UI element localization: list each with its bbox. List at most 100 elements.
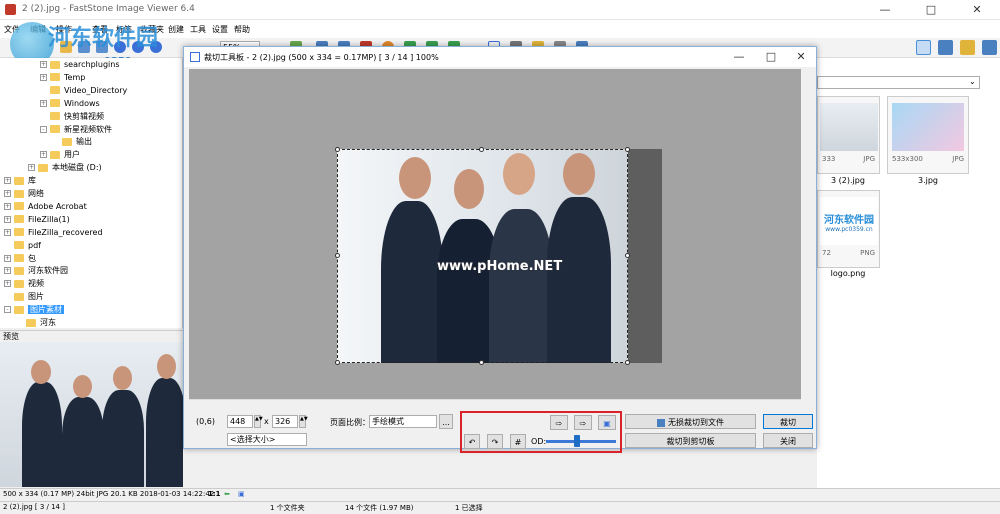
tree-item[interactable]: + 网络 [4, 187, 44, 200]
grid-button[interactable]: # [510, 434, 526, 449]
tree-item[interactable]: 河东 [16, 316, 56, 328]
menu-help[interactable]: 帮助 [234, 24, 250, 35]
close-button[interactable]: ✕ [954, 0, 1000, 20]
collapse-icon[interactable]: - [40, 125, 47, 133]
tree-item[interactable]: - 新星视频软件 [40, 123, 112, 136]
dialog-minimize-button[interactable]: — [724, 47, 754, 67]
crop-selection[interactable] [335, 147, 630, 365]
width-input[interactable]: 448 [227, 415, 253, 428]
expand-icon[interactable]: + [4, 280, 11, 288]
expand-icon[interactable]: + [4, 202, 11, 210]
od-slider-track[interactable] [546, 440, 616, 443]
expand-icon[interactable]: + [4, 190, 11, 197]
expand-icon[interactable]: + [40, 151, 47, 159]
folder-tree[interactable]: + searchplugins + Temp Video_Directory + Windo… [0, 58, 183, 328]
crop-handle-bl[interactable] [335, 360, 340, 365]
collapse-icon[interactable]: - [4, 306, 11, 314]
fullscreen-icon[interactable]: ▣ [238, 490, 245, 498]
expand-icon[interactable]: + [40, 99, 47, 107]
crop-button[interactable]: 裁切 [763, 414, 813, 429]
menu-settings[interactable]: 设置 [212, 24, 228, 35]
view-fullscreen-icon[interactable] [982, 40, 997, 55]
od-slider-thumb[interactable] [574, 435, 580, 447]
ratio-label: 页面比例： [330, 418, 370, 427]
tree-item[interactable]: + Temp [40, 71, 85, 84]
tree-item[interactable]: + searchplugins [40, 58, 119, 71]
expand-icon[interactable]: + [4, 254, 11, 262]
crop-handle-tr[interactable] [625, 147, 630, 152]
crop-handle-br[interactable] [625, 360, 630, 365]
ratio-more-button[interactable]: ... [439, 414, 453, 429]
tree-item[interactable]: + 视频 [4, 277, 44, 290]
view-thumbs-icon[interactable] [916, 40, 931, 55]
expand-icon[interactable]: + [4, 267, 11, 275]
rotate-left-button[interactable]: ↶ [464, 434, 480, 449]
tree-item[interactable]: Video_Directory [40, 84, 127, 97]
expand-icon[interactable]: + [28, 164, 35, 172]
image-info: 500 x 334 (0.17 MP) 24bit JPG 20.1 KB 20… [3, 490, 215, 498]
save-lossless-button[interactable]: 无损裁切到文件 [625, 414, 756, 429]
thumbnail[interactable]: 333 JPG [817, 96, 880, 174]
tree-item[interactable]: + FileZilla(1) [4, 213, 70, 226]
tree-item[interactable]: + FileZilla_recovered [4, 226, 103, 239]
fit-selection-button[interactable]: ▣ [598, 415, 616, 430]
thumbnail[interactable]: 河东软件园 www.pc0359.cn 72 PNG [817, 190, 880, 268]
tree-item[interactable]: + 河东软件园 [4, 264, 68, 277]
tree-item-label: FileZilla_recovered [28, 227, 103, 237]
rotate-right-button[interactable]: ↷ [487, 434, 503, 449]
thumbnail-name[interactable]: 3.jpg [887, 176, 969, 185]
crop-handle-r[interactable] [625, 253, 630, 258]
ratio-select[interactable]: 手绘模式 [369, 415, 437, 428]
prev-arrow-icon[interactable]: ⬅ [224, 490, 230, 498]
tree-item[interactable]: + 本地磁盘 (D:) [28, 161, 102, 174]
tree-item[interactable]: + 包 [4, 252, 36, 265]
folder-icon [14, 305, 24, 314]
crop-canvas[interactable]: www.pHome.NET [189, 69, 801, 399]
thumbnail-name[interactable]: 3 (2).jpg [807, 176, 889, 185]
crop-handle-l[interactable] [335, 253, 340, 258]
dialog-close-text-button[interactable]: 关闭 [763, 433, 813, 448]
path-dropdown[interactable] [817, 76, 980, 89]
chevron-down-icon[interactable]: ⌄ [969, 77, 976, 86]
tree-item[interactable]: + 库 [4, 174, 36, 187]
move-right-button[interactable]: ⇨ [574, 415, 592, 430]
tree-item-label: 图片 [28, 292, 44, 302]
tree-item[interactable]: - 图片素材 [4, 303, 64, 316]
maximize-button[interactable]: □ [908, 0, 954, 20]
crop-handle-t[interactable] [479, 147, 484, 152]
height-input[interactable]: 326 [272, 415, 298, 428]
height-spinner[interactable]: ▲▼ [299, 415, 308, 428]
tree-item[interactable]: + Adobe Acrobat [4, 200, 87, 213]
crop-handle-b[interactable] [479, 360, 484, 365]
dialog-maximize-button[interactable]: □ [756, 47, 786, 67]
tree-item[interactable]: pdf [4, 239, 41, 252]
view-details-icon[interactable] [938, 40, 953, 55]
dialog-close-button[interactable]: ✕ [786, 47, 816, 67]
thumbnail[interactable]: 533x300 JPG [887, 96, 969, 174]
vertical-scrollbar[interactable] [801, 69, 812, 399]
size-select[interactable]: <选择大小> [227, 433, 307, 446]
tree-item-label: 河东 [40, 318, 56, 327]
tree-item[interactable]: + 用户 [40, 148, 80, 161]
width-spinner[interactable]: ▲▼ [254, 415, 263, 428]
expand-icon[interactable]: + [40, 61, 47, 68]
expand-icon[interactable]: + [4, 215, 11, 223]
tree-item[interactable]: 快剪辑视频 [40, 110, 104, 123]
move-left-button[interactable]: ⇨ [550, 415, 568, 430]
folder-icon [14, 228, 24, 237]
horizontal-scrollbar[interactable] [189, 399, 801, 410]
thumbnail-name[interactable]: logo.png [807, 269, 889, 278]
tree-item[interactable]: 图片 [4, 290, 44, 303]
folder-icon [14, 279, 24, 288]
tree-item[interactable]: + Windows [40, 97, 100, 110]
crop-handle-tl[interactable] [335, 147, 340, 152]
expand-icon[interactable]: + [40, 73, 47, 81]
expand-icon[interactable]: + [4, 228, 11, 236]
expand-icon[interactable]: + [4, 177, 11, 185]
folder-icon [50, 73, 60, 82]
tree-item[interactable]: 输出 [52, 135, 92, 148]
thumbnail-logo-text: 河东软件园 [824, 215, 874, 226]
crop-to-clipboard-button[interactable]: 裁切到剪切板 [625, 433, 756, 448]
view-preview-icon[interactable] [960, 40, 975, 55]
minimize-button[interactable]: — [862, 0, 908, 20]
